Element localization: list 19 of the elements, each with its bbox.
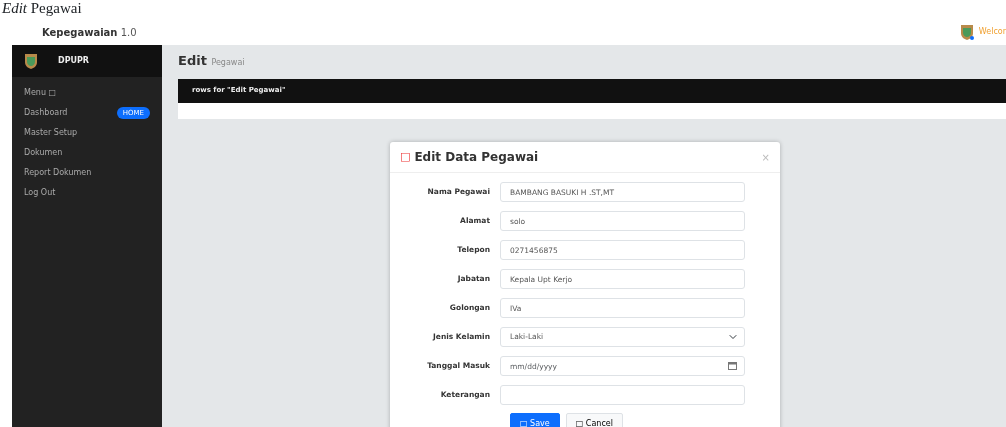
cancel-button[interactable]: □ Cancel <box>565 413 623 427</box>
modal-title: Edit Data Pegawai <box>414 149 539 166</box>
caption: Edit Pegawai <box>1 0 83 18</box>
avatar-icon[interactable] <box>960 24 975 40</box>
sidebar-item[interactable]: Dokumen <box>24 147 63 159</box>
menu-label: Menu □ <box>23 87 58 99</box>
page-title: Edit Pegawai <box>178 52 246 70</box>
logo-icon <box>24 53 38 69</box>
brand-name: DPUPR <box>58 55 90 67</box>
sidebar-item[interactable]: Report Dokumen <box>24 167 92 179</box>
sidebar-item[interactable]: Master Setup <box>24 127 78 139</box>
input-field[interactable] <box>500 385 745 405</box>
app-title: Kepegawaian 1.0 <box>42 25 137 40</box>
calendar-icon[interactable] <box>728 362 737 370</box>
save-button[interactable]: □ Save <box>510 413 560 427</box>
sidebar-item[interactable]: Log Out <box>24 187 56 199</box>
welcome-text: Welcor <box>978 26 1006 38</box>
sidebar-item[interactable]: Dashboard <box>24 107 68 119</box>
modal-icon: □ <box>400 148 411 166</box>
